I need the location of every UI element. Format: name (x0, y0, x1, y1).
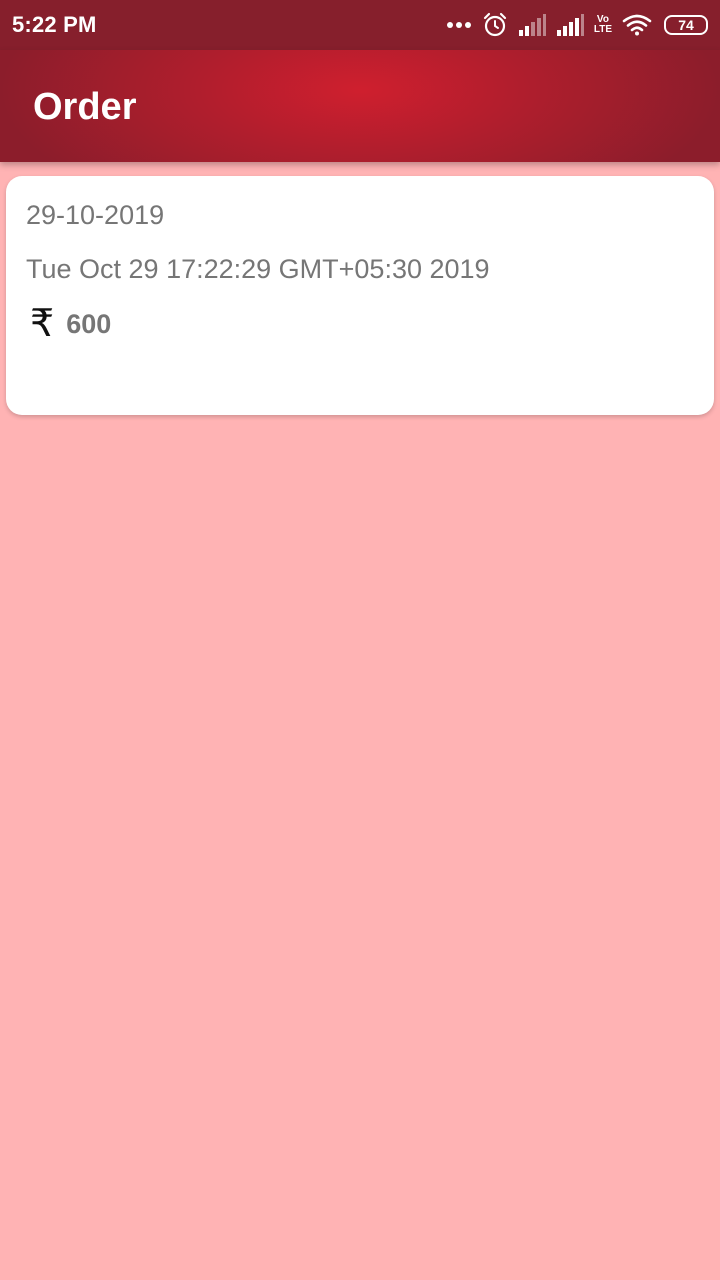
order-date: 29-10-2019 (26, 200, 165, 230)
app-bar: Order (0, 50, 720, 162)
signal-icon (556, 14, 584, 36)
battery-level: 74 (678, 17, 694, 33)
more-dots-icon (446, 21, 472, 29)
volte-bottom-label: LTE (593, 24, 612, 35)
wifi-icon (622, 14, 652, 36)
status-time: 5:22 PM (12, 12, 97, 37)
battery-icon: 74 (664, 15, 708, 35)
order-amount-row: ₹ 600 (30, 304, 111, 344)
signal-icon (518, 14, 546, 36)
order-card[interactable]: 29-10-2019 Tue Oct 29 17:22:29 GMT+05:30… (6, 176, 714, 415)
page-title: Order (33, 86, 137, 128)
alarm-icon (482, 12, 508, 38)
status-icons: Vo LTE 74 (446, 10, 708, 40)
order-amount: 600 (66, 308, 112, 339)
status-bar: 5:22 PM Vo LTE 74 (0, 0, 720, 50)
rupee-icon: ₹ (30, 303, 55, 345)
volte-icon: Vo LTE (594, 15, 612, 35)
order-timestamp: Tue Oct 29 17:22:29 GMT+05:30 2019 (26, 254, 490, 284)
